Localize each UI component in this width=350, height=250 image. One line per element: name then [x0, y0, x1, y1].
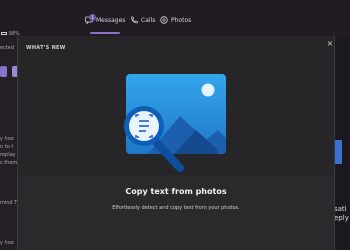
right-line-1: sati [334, 205, 347, 213]
close-button[interactable]: × [326, 39, 334, 48]
right-blue-element[interactable] [334, 140, 342, 164]
sun-icon [201, 83, 215, 97]
dialog-title: WHAT'S NEW [26, 45, 66, 51]
left-line-4: s them [0, 160, 18, 166]
tab-photos-label: Photos [171, 16, 192, 24]
battery-icon [1, 32, 7, 35]
tab-bar: Messages 1 Calls Photos [0, 0, 350, 38]
active-tab-indicator [90, 32, 120, 34]
left-line-6: y hoo [0, 240, 14, 246]
messages-badge: 1 [89, 14, 96, 21]
tab-calls-label: Calls [141, 16, 156, 24]
copy-text-illustration [124, 74, 226, 172]
connected-text: ected [0, 45, 15, 51]
tab-messages-label: Messages [96, 16, 126, 24]
right-line-2: eply [334, 214, 349, 222]
photos-icon [160, 16, 168, 24]
left-line-5: mind T [0, 200, 18, 206]
left-line-2: n to t [0, 144, 14, 150]
tab-calls[interactable]: Calls [130, 16, 155, 24]
whats-new-dialog: WHAT'S NEW × Copy text from photos Effor… [17, 36, 335, 250]
left-line-1: y hoo [0, 136, 14, 142]
phone-icon [130, 16, 138, 24]
tab-photos[interactable]: Photos [160, 16, 191, 24]
left-chip-1[interactable] [0, 66, 7, 77]
dialog-description: Effortlessly detect and copy text from y… [112, 205, 240, 211]
dialog-headline: Copy text from photos [125, 187, 227, 196]
left-line-3: replay [0, 152, 16, 158]
